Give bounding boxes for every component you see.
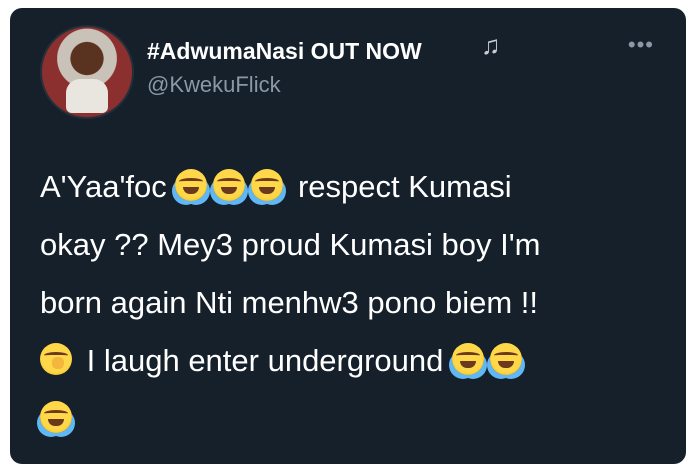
tweet-text-segment: born again Nti menhw3 pono biem !!	[40, 285, 539, 320]
tweet-line: born again Nti menhw3 pono biem !!	[40, 274, 670, 332]
tweet-line: I laugh enter underground	[40, 332, 670, 390]
more-options-icon[interactable]: •••	[628, 32, 654, 58]
user-handle[interactable]: @KwekuFlick	[147, 72, 281, 98]
tears-of-joy-emoji-icon	[175, 169, 208, 201]
tweet-text-segment: I laugh enter underground	[86, 343, 444, 378]
rofl-emoji-icon	[452, 343, 485, 375]
tweet-text: A'Yaa'foc respect Kumasi okay ?? Mey3 pr…	[40, 158, 670, 448]
tweet-card: #AdwumaNasi OUT NOW ♫ @KwekuFlick ••• A'…	[10, 8, 686, 464]
tears-of-joy-emoji-icon	[251, 169, 284, 201]
tweet-line: okay ?? Mey3 proud Kumasi boy I'm	[40, 216, 670, 274]
rofl-emoji-icon	[40, 401, 72, 433]
avatar[interactable]	[40, 25, 134, 119]
tweet-line: A'Yaa'foc respect Kumasi	[40, 158, 670, 216]
tweet-text-segment: A'Yaa'foc	[40, 169, 167, 204]
tweet-text-segment: respect Kumasi	[297, 169, 512, 204]
tweet-line	[40, 390, 670, 448]
rofl-emoji-icon	[490, 343, 523, 375]
tears-of-joy-emoji-icon	[213, 169, 246, 201]
avatar-figure	[66, 79, 108, 113]
hand-over-mouth-emoji-icon	[40, 343, 72, 375]
display-name[interactable]: #AdwumaNasi OUT NOW	[147, 38, 422, 65]
music-notes-icon: ♫	[481, 30, 501, 60]
tweet-text-segment: okay ?? Mey3 proud Kumasi boy I'm	[40, 227, 541, 262]
